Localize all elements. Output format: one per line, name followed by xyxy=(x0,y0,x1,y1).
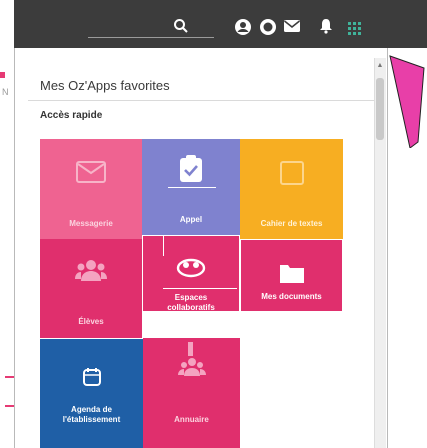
tile-label: Mes documents xyxy=(261,292,322,301)
divider xyxy=(240,240,241,312)
divider xyxy=(168,187,216,188)
folder-icon xyxy=(279,262,305,289)
collaboration-icon xyxy=(176,258,206,283)
tile-annuaire[interactable]: Annuaire xyxy=(143,338,240,448)
contacts-icon xyxy=(176,338,208,383)
tile-mes-documents[interactable]: Mes documents xyxy=(240,239,343,312)
tile-eleves[interactable]: Élèves xyxy=(40,239,142,338)
search-icon[interactable] xyxy=(173,18,189,38)
panel-left-border xyxy=(14,48,15,448)
sidebar-letter: N xyxy=(2,87,9,97)
app-window: N Mes Oz'Apps favorites Accès rapide ▲ M… xyxy=(0,0,427,448)
tile-espaces-collaboratifs[interactable]: Espaces collaboratifs xyxy=(142,235,240,312)
bell-icon[interactable] xyxy=(319,18,333,38)
pointer-arrow-icon xyxy=(389,55,425,148)
sidebar-marker xyxy=(0,72,5,78)
tile-label: Messagerie xyxy=(69,219,113,228)
panel-title: Mes Oz'Apps favorites xyxy=(40,78,170,93)
book-icon xyxy=(279,161,305,190)
mail-icon xyxy=(76,161,106,188)
search-field-underline[interactable] xyxy=(88,37,214,38)
sidebar-dash xyxy=(5,405,14,407)
account-circle-icon[interactable] xyxy=(234,18,252,40)
tile-label: Élèves xyxy=(78,317,104,326)
section-title: Accès rapide xyxy=(40,110,103,121)
tile-messagerie[interactable]: Messagerie xyxy=(40,139,142,239)
divider xyxy=(163,236,164,256)
divider xyxy=(28,100,374,101)
scrollbar-thumb[interactable] xyxy=(376,78,384,140)
group-icon xyxy=(75,259,107,286)
account-outline-icon[interactable] xyxy=(259,18,277,40)
calendar-icon xyxy=(82,367,102,392)
tile-label: Appel xyxy=(179,215,203,224)
mail-icon[interactable] xyxy=(283,18,301,38)
divider xyxy=(163,288,237,289)
apps-grid-icon[interactable] xyxy=(348,22,362,40)
tile-label-line2: l'établissement xyxy=(62,415,121,424)
sidebar-dash xyxy=(5,376,14,378)
scroll-up-arrow-icon[interactable]: ▲ xyxy=(376,62,384,70)
tile-label-line1: Agenda de xyxy=(71,405,112,414)
clipboard-check-icon xyxy=(179,155,203,188)
tile-agenda-etablissement[interactable]: Agenda de l'établissement xyxy=(40,338,143,448)
tile-label: Annuaire xyxy=(174,415,209,424)
tile-label-line1: Espaces xyxy=(174,293,208,302)
tile-appel[interactable]: Appel xyxy=(142,139,240,235)
top-bar xyxy=(14,0,427,48)
tile-cahier-de-textes[interactable]: Cahier de textes xyxy=(240,139,343,239)
tile-gap xyxy=(142,312,343,338)
tile-label-line2: collaboratifs xyxy=(167,303,215,312)
tile-label: Cahier de textes xyxy=(260,219,323,228)
